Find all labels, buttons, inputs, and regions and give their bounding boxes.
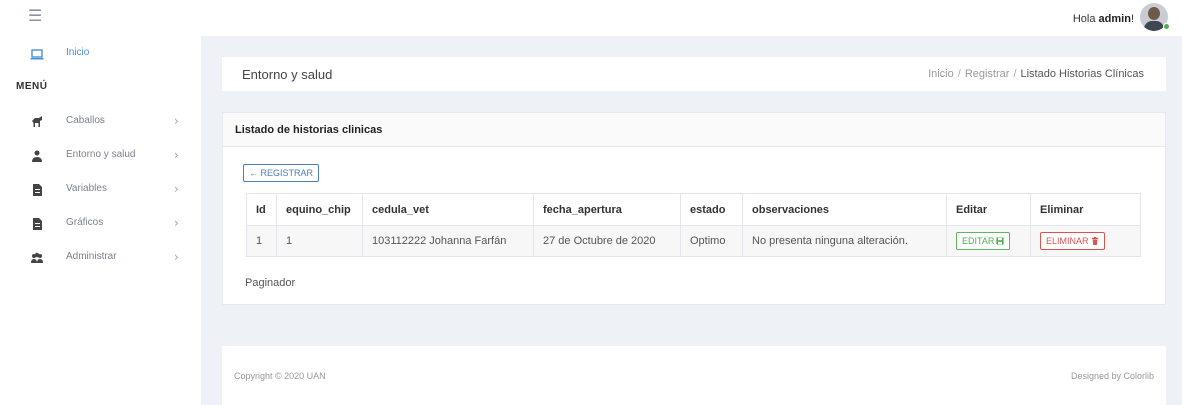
avatar-head: [1148, 7, 1160, 20]
breadcrumb-separator: /: [957, 68, 961, 80]
breadcrumb-item-inicio[interactable]: Inicio: [928, 68, 954, 80]
cell-cedula-vet: 103112222 Johanna Farfán: [362, 225, 534, 257]
table-header-row: Id equino_chip cedula_vet fecha_apertura…: [246, 193, 1141, 226]
cell-fecha-apertura: 27 de Octubre de 2020: [533, 225, 681, 257]
sidebar-item-entorno-y-salud[interactable]: Entorno y salud ›: [0, 146, 201, 166]
card-title: Listado de historias clinicas: [235, 124, 383, 136]
table-row: 1 1 103112222 Johanna Farfán 27 de Octub…: [246, 225, 1141, 257]
hamburger-icon[interactable]: ☰: [28, 8, 42, 24]
sidebar-item-label: Administrar: [66, 251, 117, 262]
sidebar-item-graficos[interactable]: Gráficos ›: [0, 214, 201, 234]
column-header-cedula-vet: cedula_vet: [362, 193, 534, 226]
sidebar-item-label: Variables: [66, 183, 107, 194]
copyright-text: Copyright © 2020 UAN: [234, 371, 326, 381]
breadcrumb-item-registrar[interactable]: Registrar: [965, 68, 1010, 80]
cell-equino-chip: 1: [276, 225, 363, 257]
footer: Copyright © 2020 UAN Designed by Colorli…: [222, 346, 1166, 405]
sidebar-item-variables[interactable]: Variables ›: [0, 180, 201, 200]
greeting-suffix: !: [1130, 13, 1134, 25]
column-header-equino-chip: equino_chip: [276, 193, 363, 226]
designed-by-link[interactable]: Designed by Colorlib: [1071, 371, 1154, 381]
chevron-right-icon: ›: [174, 148, 179, 162]
cell-eliminar: ELIMINAR: [1030, 225, 1141, 257]
laptop-icon: [30, 47, 44, 61]
chevron-right-icon: ›: [174, 250, 179, 264]
column-header-id: Id: [246, 193, 277, 226]
column-header-observaciones: observaciones: [742, 193, 947, 226]
file-icon: [30, 217, 44, 231]
breadcrumb-item-current: Listado Historias Clínicas: [1020, 68, 1145, 80]
greeting-text: Hola: [1072, 13, 1099, 25]
sidebar-item-label: Caballos: [66, 115, 105, 126]
cell-editar: EDITAR: [946, 225, 1031, 257]
register-button[interactable]: ← REGISTRAR: [243, 164, 320, 182]
user-icon: [30, 149, 44, 163]
username: admin: [1098, 13, 1131, 25]
column-header-editar: Editar: [946, 193, 1031, 226]
delete-button-label: ELIMINAR: [1046, 236, 1089, 246]
arrow-left-icon: ←: [249, 168, 258, 178]
column-header-eliminar: Eliminar: [1030, 193, 1141, 226]
menu-title: MENÚ: [16, 81, 48, 92]
sidebar-item-caballos[interactable]: Caballos ›: [0, 112, 201, 132]
top-bar: ☰ Hola admin!: [0, 0, 1182, 36]
cell-estado: Optimo: [680, 225, 743, 257]
cell-id: 1: [246, 225, 277, 257]
page-header: Entorno y salud Inicio / Registrar / Listado…: [222, 57, 1166, 91]
card-header: Listado de historias clinicas: [223, 113, 1165, 147]
chevron-right-icon: ›: [174, 182, 179, 196]
paginator: Paginador: [245, 277, 296, 289]
sidebar: Inicio MENÚ Caballos › Entorno y salud ›…: [0, 36, 201, 405]
chevron-right-icon: ›: [174, 216, 179, 230]
clinical-history-card: Listado de historias clinicas ← REGISTRA…: [222, 112, 1166, 305]
sidebar-item-label: Gráficos: [66, 217, 104, 228]
chevron-right-icon: ›: [174, 114, 179, 128]
trash-icon: [1091, 237, 1098, 245]
clinical-history-table: Id equino_chip cedula_vet fecha_apertura…: [246, 193, 1141, 257]
edit-button-label: EDITAR: [962, 236, 995, 246]
breadcrumb: Inicio / Registrar / Listado Historias Clíni…: [928, 68, 1144, 80]
users-icon: [30, 251, 44, 265]
column-header-estado: estado: [680, 193, 743, 226]
online-status-dot: [1163, 23, 1170, 30]
save-icon: [996, 237, 1004, 245]
sidebar-item-administrar[interactable]: Administrar ›: [0, 248, 201, 268]
user-greeting: Hola admin!: [1073, 13, 1134, 25]
cell-observaciones: No presenta ninguna alteración.: [742, 225, 947, 257]
delete-button[interactable]: ELIMINAR: [1040, 232, 1105, 250]
file-icon: [30, 183, 44, 197]
column-header-fecha-apertura: fecha_apertura: [533, 193, 681, 226]
breadcrumb-separator: /: [1013, 68, 1017, 80]
edit-button[interactable]: EDITAR: [956, 232, 1011, 250]
register-button-label: REGISTRAR: [260, 168, 314, 178]
page-title: Entorno y salud: [242, 67, 333, 82]
sidebar-item-label: Entorno y salud: [66, 149, 136, 160]
sidebar-item-inicio[interactable]: Inicio: [0, 44, 201, 64]
horse-icon: [30, 115, 44, 129]
avatar-body: [1144, 21, 1164, 31]
sidebar-item-label: Inicio: [66, 47, 90, 58]
